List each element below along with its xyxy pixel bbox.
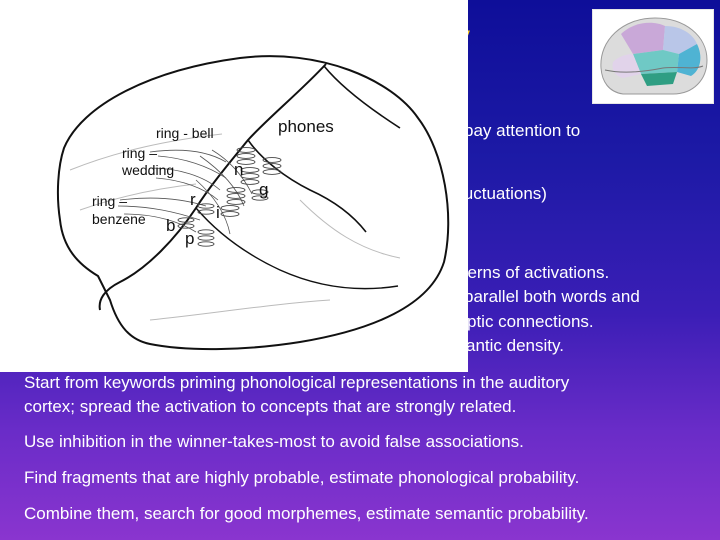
label-n: n xyxy=(234,160,243,179)
label-phones: phones xyxy=(278,117,334,136)
bullet-line: parallel both words and xyxy=(464,287,640,306)
brain-outline-drawing: phones ring - bell ring – wedding ring –… xyxy=(56,55,450,351)
label-ring-benzene-1: ring – xyxy=(92,193,127,209)
brain-diagram-figure: phones ring - bell ring – wedding ring –… xyxy=(0,0,468,372)
bullet-line: luctuations) xyxy=(460,184,547,203)
label-b: b xyxy=(166,216,175,235)
bullet-line: Find fragments that are highly probable,… xyxy=(24,468,580,487)
brain-thumbnail-image xyxy=(592,9,714,104)
bullet-line: tterns of activations. xyxy=(458,263,610,282)
label-g: g xyxy=(259,180,268,199)
slide-background: tivity pay attention to luctuations) tte… xyxy=(0,0,720,540)
label-ring-benzene-2: benzene xyxy=(92,211,146,227)
label-p: p xyxy=(185,229,194,248)
bullet-line: antic density. xyxy=(466,336,564,355)
label-i: i xyxy=(216,203,220,222)
label-ring-bell: ring - bell xyxy=(156,125,214,141)
label-ring-wedding-2: wedding xyxy=(121,162,174,178)
bullet-line: Use inhibition in the winner-takes-most … xyxy=(24,432,524,451)
label-r: r xyxy=(190,190,196,209)
bullet-line: Combine them, search for good morphemes,… xyxy=(24,504,589,523)
bullet-line: pay attention to xyxy=(464,121,581,140)
bullet-line: Start from keywords priming phonological… xyxy=(24,373,570,392)
label-ring-wedding-1: ring – xyxy=(122,145,157,161)
bullet-line: ptic connections. xyxy=(467,312,594,331)
bullet-line: cortex; spread the activation to concept… xyxy=(24,397,517,416)
